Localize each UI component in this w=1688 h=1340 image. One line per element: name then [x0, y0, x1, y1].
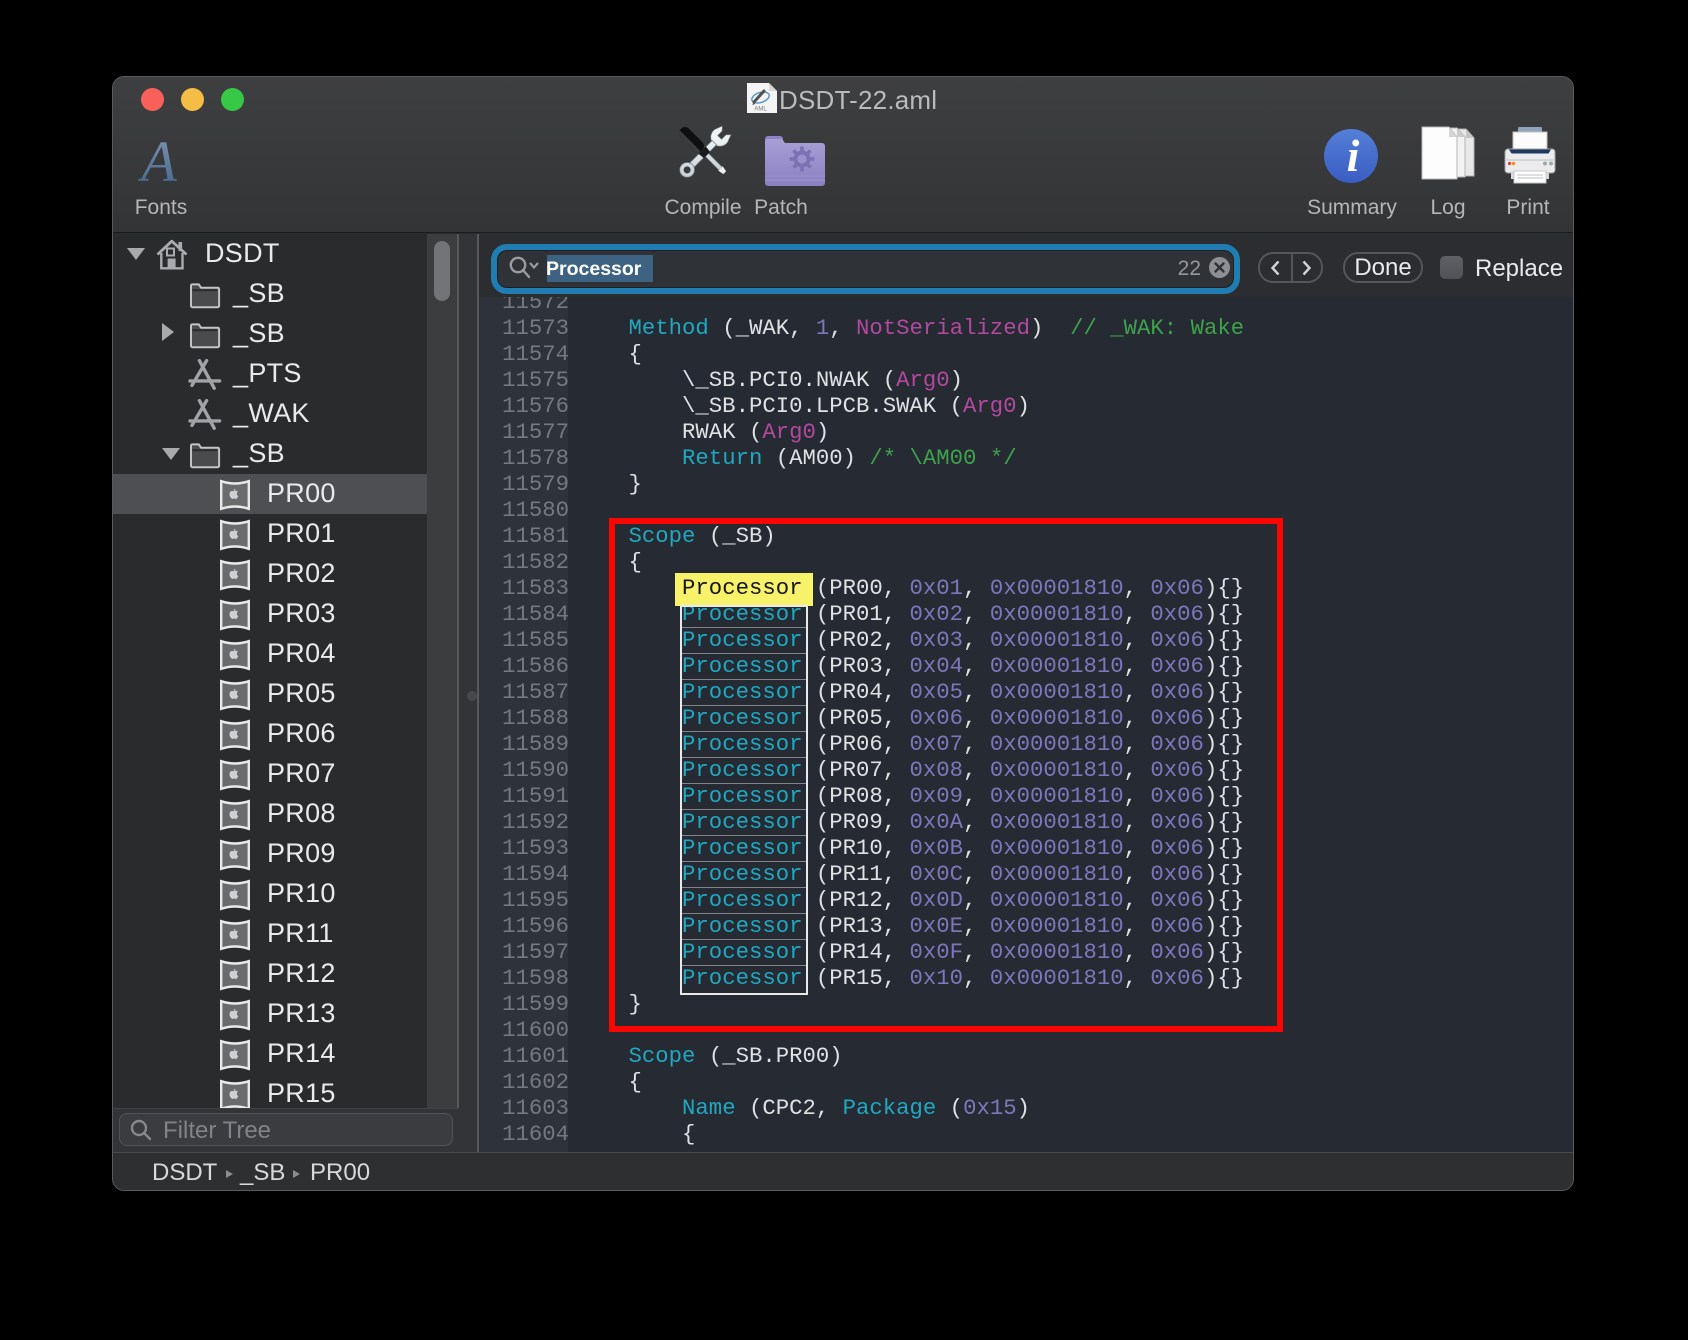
svg-text:AML: AML	[754, 107, 767, 113]
svg-text:i: i	[1347, 130, 1360, 181]
svg-text:A: A	[137, 137, 177, 185]
